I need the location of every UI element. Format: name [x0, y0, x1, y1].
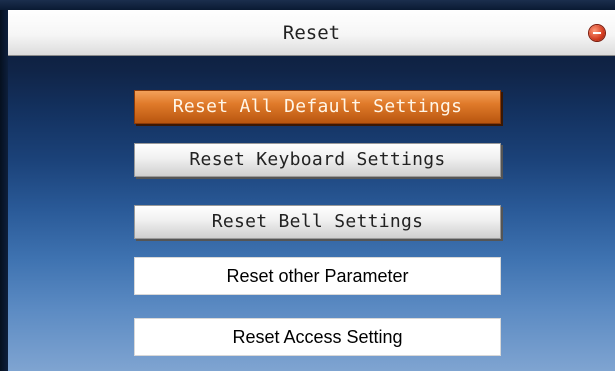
reset-other-parameter-button[interactable]: Reset other Parameter [134, 257, 501, 295]
top-strip [0, 0, 615, 10]
close-icon[interactable] [589, 25, 605, 41]
reset-keyboard-settings-button[interactable]: Reset Keyboard Settings [134, 143, 501, 177]
reset-access-setting-button[interactable]: Reset Access Setting [134, 318, 501, 356]
dialog-title: Reset [282, 22, 341, 44]
title-bar: Reset [8, 10, 615, 56]
reset-bell-settings-button[interactable]: Reset Bell Settings [134, 205, 501, 239]
reset-all-default-settings-button[interactable]: Reset All Default Settings [134, 90, 501, 124]
left-border [0, 10, 8, 371]
reset-dialog: Reset Reset All Default Settings Reset K… [0, 0, 615, 371]
